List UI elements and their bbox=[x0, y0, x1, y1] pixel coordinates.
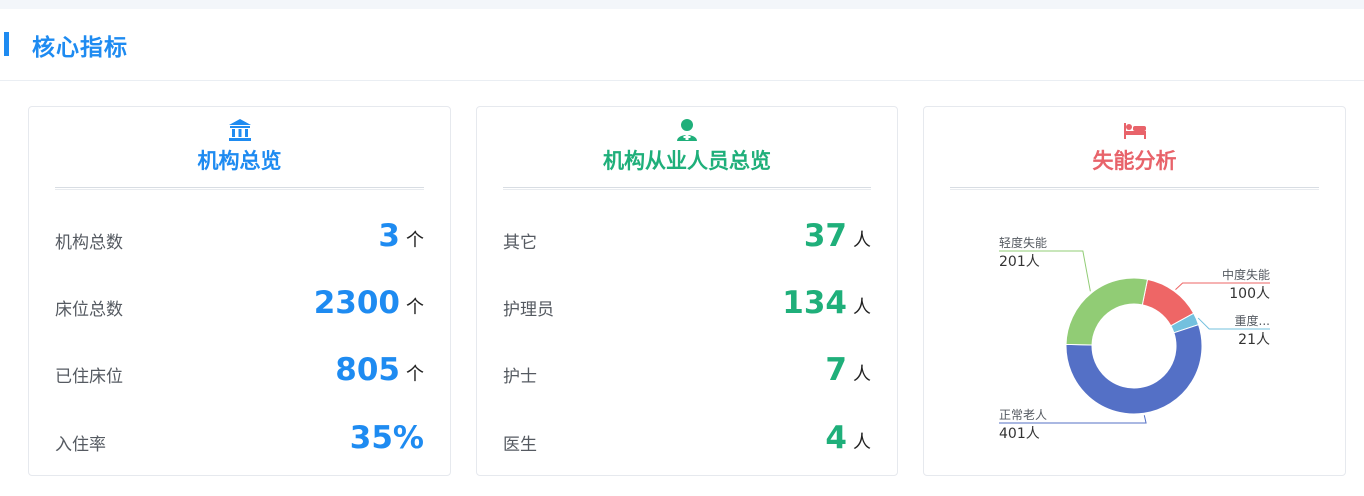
bed-icon bbox=[924, 118, 1345, 142]
panel-header: 核心指标 bbox=[0, 9, 1364, 81]
donut-slice[interactable] bbox=[1065, 277, 1149, 346]
metric-unit: 人 bbox=[853, 364, 871, 385]
metric-row-occupied-beds: 已住床位 805 个 bbox=[55, 352, 424, 392]
disability-donut-chart: 正常老人 401人 轻度失能 201人中度失能 100人重度... 21人 bbox=[999, 235, 1270, 442]
metric-label: 护士 bbox=[503, 367, 537, 387]
donut-label-value: 100人 bbox=[1229, 286, 1270, 302]
metric-label: 机构总数 bbox=[55, 233, 123, 253]
card-divider bbox=[55, 187, 424, 190]
card-divider bbox=[950, 187, 1319, 190]
metric-unit: 个 bbox=[406, 364, 424, 385]
metric-value: 7 bbox=[825, 352, 847, 388]
metric-value: 4 bbox=[825, 420, 847, 456]
metric-label: 护理员 bbox=[503, 300, 554, 320]
metric-unit: 个 bbox=[406, 297, 424, 318]
metric-label: 床位总数 bbox=[55, 300, 123, 320]
metric-value: 805 bbox=[335, 352, 400, 388]
metric-value: 3 bbox=[378, 218, 400, 254]
metric-row-occupancy-rate: 入住率 35% bbox=[55, 420, 424, 460]
metric-label: 已住床位 bbox=[55, 367, 123, 387]
donut-label-name: 中度失能 bbox=[1222, 267, 1270, 282]
metric-value: 35% bbox=[349, 420, 424, 456]
metric-row-nurses: 护士 7人 bbox=[503, 352, 871, 392]
donut-label-value: 201人 bbox=[999, 254, 1040, 270]
panel-title: 核心指标 bbox=[32, 35, 128, 61]
metric-unit: 个 bbox=[406, 230, 424, 251]
donut-label-value: 401人 bbox=[999, 426, 1040, 442]
metric-row-other: 其它 37 人 bbox=[503, 218, 871, 258]
donut-label-value: 21人 bbox=[1238, 332, 1270, 348]
metric-value: 134 bbox=[782, 285, 847, 321]
staff-card-title: 机构从业人员总览 bbox=[603, 149, 771, 173]
donut-label-name: 重度... bbox=[1235, 313, 1270, 328]
staff-overview-card: 机构从业人员总览 其它 37 人 护理员 134 人 护士 7人 医生 4人 bbox=[476, 106, 898, 476]
metric-value: 37 bbox=[803, 218, 847, 254]
metric-row-doctors: 医生 4人 bbox=[503, 420, 871, 460]
metric-row-institution-count: 机构总数 3个 bbox=[55, 218, 424, 258]
donut-label-name: 轻度失能 bbox=[999, 235, 1047, 250]
metric-label: 医生 bbox=[503, 435, 537, 455]
metric-label: 入住率 bbox=[55, 435, 106, 455]
metric-row-bed-total: 床位总数 2300 个 bbox=[55, 285, 424, 325]
card-divider bbox=[503, 187, 871, 190]
metric-unit: 人 bbox=[853, 230, 871, 251]
metric-value: 2300 bbox=[313, 285, 400, 321]
core-metrics-panel: 核心指标 机构总览 机构总数 3个 床位总数 2300个 已住床位 805个 bbox=[0, 9, 1364, 496]
institution-overview-card: 机构总览 机构总数 3个 床位总数 2300 个 已住床位 805 个 入住率 35… bbox=[28, 106, 451, 476]
nurse-icon bbox=[477, 118, 897, 142]
metric-unit: 人 bbox=[853, 297, 871, 318]
metric-row-caregivers: 护理员 134 人 bbox=[503, 285, 871, 325]
bank-icon bbox=[29, 118, 450, 142]
institution-card-title: 机构总览 bbox=[197, 149, 282, 173]
disability-analysis-card: 失能分析 正常老人 401人 轻度失能 201人中度失能 100人重度... 21人 bbox=[923, 106, 1346, 476]
metric-unit: 人 bbox=[853, 432, 871, 453]
disability-card-title: 失能分析 bbox=[1092, 149, 1177, 173]
donut-label-name: 正常老人 bbox=[999, 408, 1047, 422]
header-accent-bar bbox=[4, 32, 9, 56]
metric-label: 其它 bbox=[503, 233, 537, 253]
